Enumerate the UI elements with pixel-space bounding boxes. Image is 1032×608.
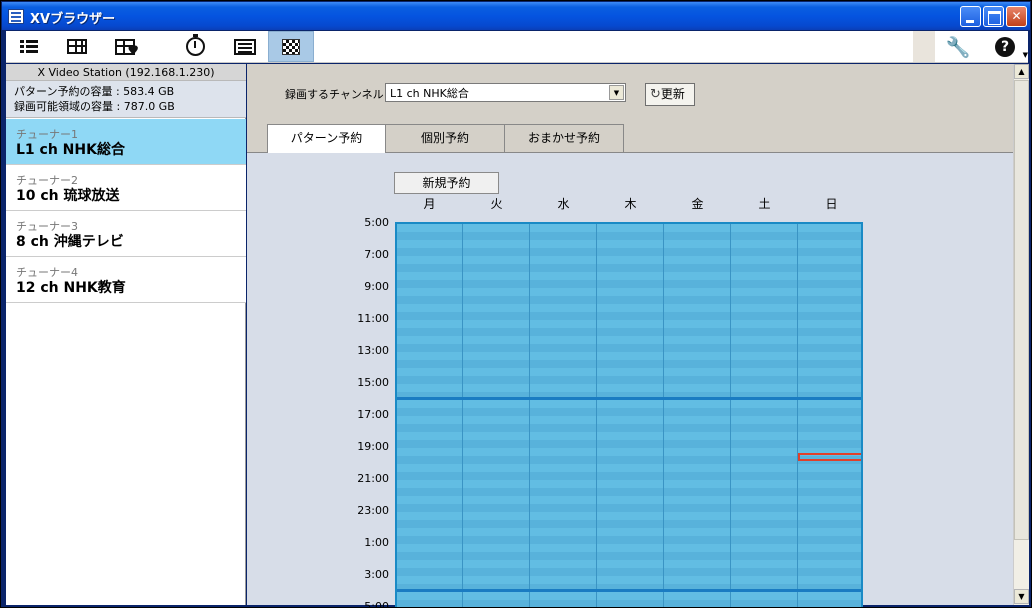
tuner-channel: 8 ch 沖縄テレビ [16,234,124,250]
schedule-content: 新規予約 月 火 水 木 金 土 日 5:00 7:00 9:00 11:00 … [247,153,1013,608]
time-label: 1:00 [364,536,389,549]
close-button[interactable]: ✕ [1006,6,1027,27]
timer-icon [185,34,205,56]
refresh-icon: ↻ [650,87,661,102]
grid-column-divider [797,224,798,607]
refresh-button[interactable]: ↻更新 [645,83,695,106]
time-label: 5:00 [364,600,389,608]
scroll-up-icon[interactable]: ▲ [1014,64,1029,79]
time-label: 17:00 [357,408,389,421]
sidebar-item-tuner-2[interactable]: チューナー2 10 ch 琉球放送 [6,165,246,211]
time-label: 11:00 [357,312,389,325]
capacity-available: 録画可能領域の容量 : 787.0 GB [14,100,175,113]
capacity-info: パターン予約の容量 : 583.4 GB 録画可能領域の容量 : 787.0 G… [6,81,246,118]
tuner-channel: 10 ch 琉球放送 [16,188,120,204]
toolbar: 🔧 ? ▼ [6,31,1028,63]
settings-button[interactable]: 🔧 [935,31,981,62]
app-window: XVブラウザー ✕ 🔧 [0,0,1032,608]
list-icon [20,39,38,54]
grid-column-divider [730,224,731,607]
sidebar-item-tuner-3[interactable]: チューナー3 8 ch 沖縄テレビ [6,211,246,257]
time-label: 21:00 [357,472,389,485]
refresh-label: 更新 [660,87,685,101]
time-label: 23:00 [357,504,389,517]
help-button[interactable]: ? ▼ [982,31,1028,62]
day-header: 木 [624,197,637,211]
time-label: 9:00 [364,280,389,293]
checker-icon [282,38,300,55]
grid-day-divider [397,589,861,592]
channel-select-value: L1 ch NHK総合 [390,87,469,100]
day-header: 土 [758,197,771,211]
toolbar-separator [913,31,935,62]
capacity-pattern: パターン予約の容量 : 583.4 GB [14,85,175,98]
tuner-channel: L1 ch NHK総合 [16,142,125,158]
grid-column-divider [596,224,597,607]
chevron-down-icon[interactable]: ▼ [609,85,624,100]
main-panel: 録画するチャンネル : L1 ch NHK総合 ▼ ↻更新 パターン予約 個別予… [247,64,1013,608]
sidebar-item-tuner-4[interactable]: チューナー4 12 ch NHK教育 [6,257,246,303]
tuner-channel: 12 ch NHK教育 [16,280,126,296]
day-header: 日 [825,197,838,211]
app-icon [8,9,24,24]
day-header: 月 [423,197,436,211]
maximize-button[interactable] [983,6,1004,27]
time-label: 3:00 [364,568,389,581]
scroll-down-icon[interactable]: ▼ [1014,589,1029,604]
tab-pattern-reserve[interactable]: パターン予約 [267,124,386,154]
grid-view-button[interactable] [54,31,100,62]
chevron-down-icon: ▼ [1022,51,1028,59]
vertical-scrollbar[interactable]: ▲ ▼ [1013,64,1029,605]
time-label: 7:00 [364,248,389,261]
time-label: 15:00 [357,376,389,389]
tuner-label: チューナー3 [16,220,78,233]
scrollbar-thumb[interactable] [1014,80,1029,540]
title-bar[interactable]: XVブラウザー ✕ [2,2,1030,30]
server-name: X Video Station (192.168.1.230) [6,64,246,81]
tab-individual-reserve[interactable]: 個別予約 [385,124,505,153]
tab-omakase-reserve[interactable]: おまかせ予約 [504,124,624,153]
tuner-label: チューナー4 [16,266,78,279]
favorite-view-button[interactable] [102,31,148,62]
grid-column-divider [663,224,664,607]
grid-day-divider [397,397,861,400]
day-header: 火 [490,197,503,211]
tab-bar: パターン予約 個別予約 おまかせ予約 [247,124,1013,154]
channel-select[interactable]: L1 ch NHK総合 ▼ [385,83,626,102]
grid-column-divider [462,224,463,607]
window-title: XVブラウザー [30,12,116,27]
grid-icon [67,39,87,54]
timer-button[interactable] [172,31,218,62]
channel-label: 録画するチャンネル : [285,88,391,101]
favorite-grid-icon [115,38,139,59]
pattern-reserve-button[interactable] [268,31,314,62]
program-list-icon [234,38,256,55]
selected-time-slot[interactable] [798,453,861,461]
program-list-button[interactable] [222,31,268,62]
help-icon: ? [995,36,1015,57]
minimize-button[interactable] [960,6,981,27]
time-label: 13:00 [357,344,389,357]
day-header: 水 [557,197,570,211]
tuner-label: チューナー1 [16,128,78,141]
schedule-grid[interactable] [395,222,863,607]
new-reserve-button[interactable]: 新規予約 [394,172,499,194]
sidebar: X Video Station (192.168.1.230) パターン予約の容… [6,64,246,605]
sidebar-item-tuner-1[interactable]: チューナー1 L1 ch NHK総合 [6,119,246,165]
day-header: 金 [691,197,704,211]
time-label: 19:00 [357,440,389,453]
time-label: 5:00 [364,216,389,229]
wrench-icon: 🔧 [945,34,971,59]
list-view-button[interactable] [6,31,52,62]
grid-column-divider [529,224,530,607]
tuner-label: チューナー2 [16,174,78,187]
